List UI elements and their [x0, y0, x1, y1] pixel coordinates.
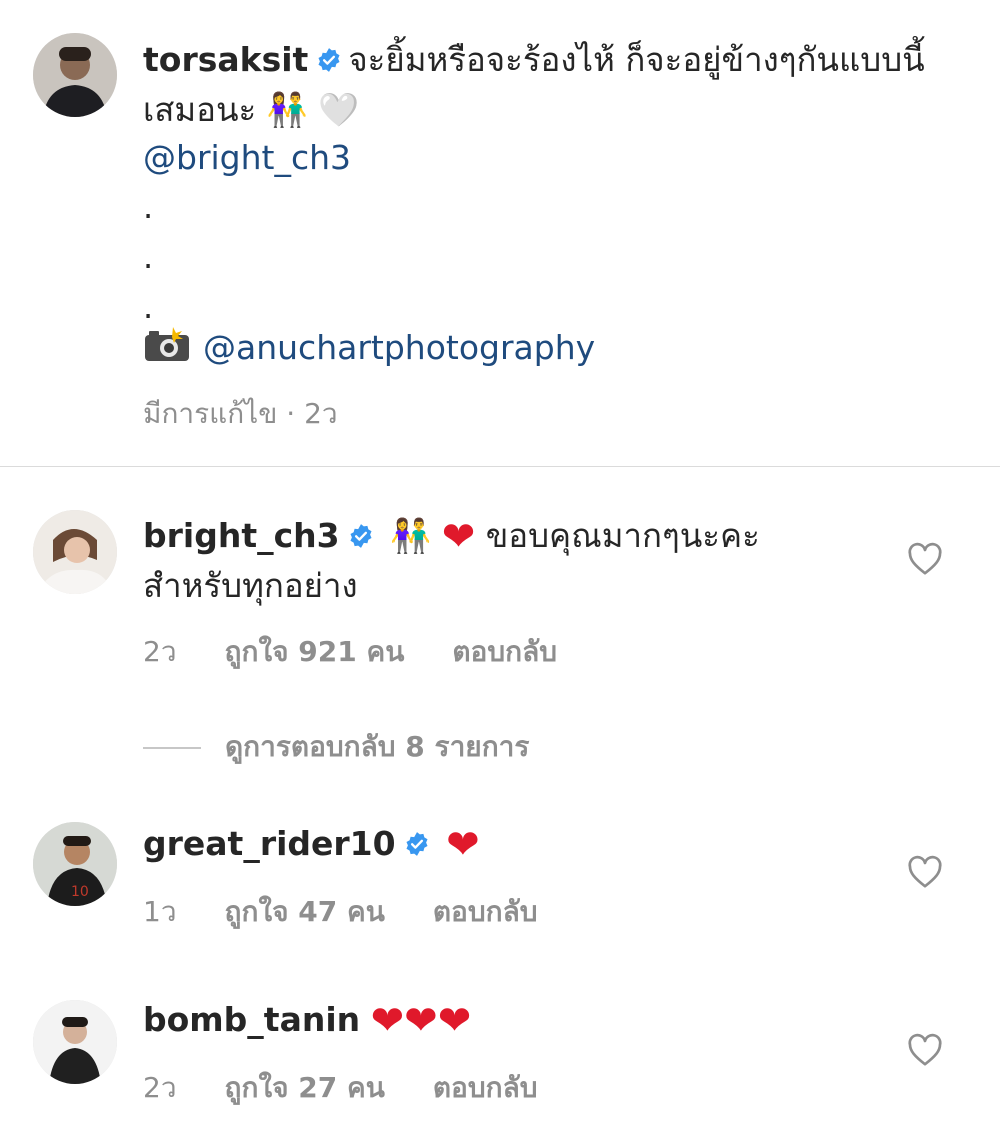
- likes-count-link[interactable]: ถูกใจ 47 คน: [225, 895, 385, 928]
- comment-time: 2ว: [143, 635, 177, 668]
- reply-button[interactable]: ตอบกลับ: [452, 635, 557, 668]
- divider: [0, 466, 1000, 467]
- comment-time: 1ว: [143, 895, 177, 928]
- mention-link[interactable]: @bright_ch3: [143, 136, 351, 180]
- photographer-mention-link[interactable]: @anuchartphotography: [203, 328, 595, 367]
- edited-timestamp: มีการแก้ไข · 2ว: [143, 397, 338, 430]
- comment-line-1: bomb_tanin ❤❤❤: [143, 998, 471, 1043]
- camera-flash-icon: [143, 327, 191, 363]
- comment-meta: 2ว ถูกใจ 27 คน ตอบกลับ: [143, 1066, 538, 1110]
- likes-count-link[interactable]: ถูกใจ 27 คน: [225, 1071, 385, 1104]
- avatar[interactable]: [33, 33, 117, 117]
- white-heart-icon: 🤍: [318, 90, 360, 129]
- comment-meta: 1ว ถูกใจ 47 คน ตอบกลับ: [143, 890, 538, 934]
- username[interactable]: great_rider10: [143, 824, 396, 863]
- caption-dot: .: [143, 188, 154, 226]
- like-heart-icon[interactable]: [907, 855, 943, 889]
- view-replies-label: ดูการตอบกลับ 8 รายการ: [225, 730, 530, 763]
- caption-dot: .: [143, 238, 154, 276]
- red-heart-icon: ❤: [441, 514, 476, 560]
- comment-time: 2ว: [143, 1071, 177, 1104]
- like-heart-icon[interactable]: [907, 1033, 943, 1067]
- caption-text: จะยิ้มหรือจะร้องไห้ ก็จะอยู่ข้างๆกันแบบน…: [348, 40, 925, 79]
- avatar[interactable]: 10: [33, 822, 117, 906]
- comment-text: ขอบคุณมากๆนะคะ: [485, 516, 760, 555]
- verified-badge-icon: [316, 47, 342, 73]
- couple-icon: 👫: [390, 516, 432, 555]
- avatar[interactable]: [33, 1000, 117, 1084]
- comment-line-1: bright_ch3 👫 ❤ ขอบคุณมากๆนะคะ: [143, 514, 760, 559]
- caption-dot: .: [143, 288, 154, 326]
- svg-text:10: 10: [71, 884, 89, 900]
- view-replies-button[interactable]: ดูการตอบกลับ 8 รายการ: [143, 725, 529, 769]
- caption-line-2: เสมอนะ 👫 🤍: [143, 88, 359, 132]
- username[interactable]: bright_ch3: [143, 516, 340, 555]
- comment-line-1: great_rider10 ❤: [143, 822, 480, 867]
- likes-count-link[interactable]: ถูกใจ 921 คน: [225, 635, 405, 668]
- verified-badge-icon: [348, 523, 374, 549]
- caption-line-1: torsaksit จะยิ้มหรือจะร้องไห้ ก็จะอยู่ข้า…: [143, 38, 925, 82]
- avatar[interactable]: [33, 510, 117, 594]
- reply-button[interactable]: ตอบกลับ: [433, 1071, 538, 1104]
- comment-meta: 2ว ถูกใจ 921 คน ตอบกลับ: [143, 630, 557, 674]
- reply-button[interactable]: ตอบกลับ: [433, 895, 538, 928]
- couple-icon: 👫: [266, 90, 308, 129]
- red-heart-icon: ❤: [446, 822, 480, 868]
- red-heart-icon: ❤❤❤: [370, 998, 472, 1044]
- caption-text-2: เสมอนะ: [143, 90, 257, 129]
- username[interactable]: bomb_tanin: [143, 1000, 360, 1039]
- comment-text-2: สำหรับทุกอย่าง: [143, 566, 358, 605]
- replies-line: [143, 747, 201, 749]
- like-heart-icon[interactable]: [907, 542, 943, 576]
- username[interactable]: torsaksit: [143, 40, 308, 79]
- verified-badge-icon: [404, 831, 430, 857]
- photo-credit-line: @anuchartphotography: [143, 326, 595, 370]
